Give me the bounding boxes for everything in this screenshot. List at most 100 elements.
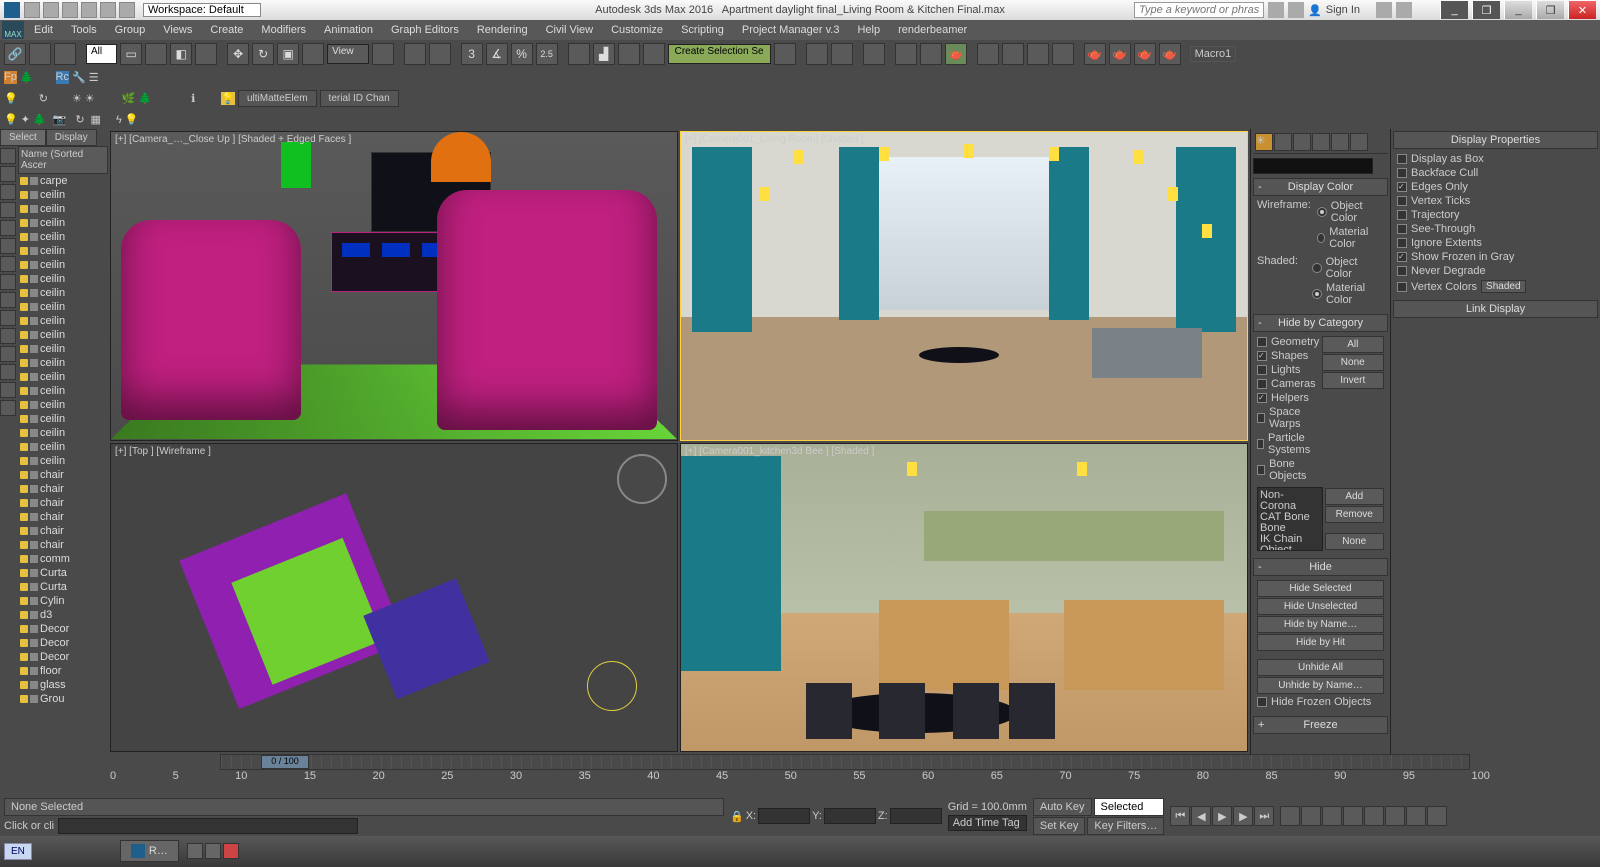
list-item[interactable]: ceilin	[18, 300, 108, 314]
time-tag[interactable]: Add Time Tag	[948, 815, 1027, 831]
color-swatch[interactable]	[1253, 158, 1373, 174]
btn-none[interactable]: None	[1322, 354, 1385, 371]
chk-particlesystems[interactable]: Particle Systems	[1257, 431, 1320, 457]
menu-animation[interactable]: Animation	[316, 22, 381, 38]
t4-03-icon[interactable]: 🌲	[33, 113, 47, 126]
list-item[interactable]: ceilin	[18, 188, 108, 202]
chk-ignoreextents[interactable]: Ignore Extents	[1397, 236, 1594, 250]
nav-a-icon[interactable]	[1280, 806, 1300, 826]
t2-e-icon[interactable]: ☰	[89, 71, 99, 84]
t4-01-icon[interactable]: 💡	[4, 113, 18, 126]
list-item[interactable]: chair	[18, 538, 108, 552]
refcoord-dropdown[interactable]: View	[327, 44, 369, 64]
menu-group[interactable]: Group	[107, 22, 154, 38]
qat-new-icon[interactable]	[24, 2, 40, 18]
et-14-icon[interactable]	[0, 382, 16, 398]
et-07-icon[interactable]	[0, 256, 16, 272]
window-crossing-icon[interactable]	[195, 43, 217, 65]
btn-unhidebyname[interactable]: Unhide by Name…	[1257, 677, 1384, 694]
tool-a-icon[interactable]	[977, 43, 999, 65]
tool-d-icon[interactable]	[1052, 43, 1074, 65]
tab-ultimatte[interactable]: ultiMatteElem	[238, 90, 317, 107]
infocenter-icon[interactable]	[1268, 2, 1284, 18]
move-icon[interactable]: ✥	[227, 43, 249, 65]
menu-create[interactable]: Create	[202, 22, 251, 38]
btn-hidebyhit[interactable]: Hide by Hit	[1257, 634, 1384, 651]
curve-editor-icon[interactable]	[806, 43, 828, 65]
tool-b-icon[interactable]	[1002, 43, 1024, 65]
list-item[interactable]: Decor	[18, 636, 108, 650]
create-selection-set[interactable]: Create Selection Se	[668, 44, 771, 64]
list-item[interactable]: ceilin	[18, 454, 108, 468]
t3-01-icon[interactable]: 💡	[4, 92, 18, 105]
btn-invert[interactable]: Invert	[1322, 372, 1385, 389]
tray-a-icon[interactable]	[187, 843, 203, 859]
tab-select[interactable]: Select	[0, 129, 46, 146]
t3-14-icon[interactable]: ☀	[85, 92, 95, 105]
list-item[interactable]: ceilin	[18, 370, 108, 384]
chk-see-through[interactable]: See-Through	[1397, 222, 1594, 236]
chk-geometry[interactable]: Geometry	[1257, 335, 1320, 349]
viewport-kitchen[interactable]: [+] [Camera001_kitchen3d Bee ] [Shaded ]	[680, 443, 1248, 753]
list-item[interactable]: carpe	[18, 174, 108, 188]
unlink-icon[interactable]	[29, 43, 51, 65]
manip-icon[interactable]	[404, 43, 426, 65]
z-input[interactable]	[890, 808, 942, 824]
qat-redo-icon[interactable]	[100, 2, 116, 18]
list-item[interactable]: Decor	[18, 622, 108, 636]
nav-b-icon[interactable]	[1301, 806, 1321, 826]
et-09-icon[interactable]	[0, 292, 16, 308]
fp-icon[interactable]: Fp	[4, 71, 17, 84]
search-input[interactable]	[1134, 2, 1264, 18]
play-icon[interactable]: ▶	[1212, 806, 1232, 826]
t2-a-icon[interactable]: 🌲	[20, 71, 34, 84]
chk-trajectory[interactable]: Trajectory	[1397, 208, 1594, 222]
menu-grapheditors[interactable]: Graph Editors	[383, 22, 467, 38]
list-item[interactable]: comm	[18, 552, 108, 566]
et-03-icon[interactable]	[0, 184, 16, 200]
list-item[interactable]: ceilin	[18, 440, 108, 454]
qat-save-icon[interactable]	[62, 2, 78, 18]
viewport-top[interactable]: [+] [Top ] [Wireframe ]	[110, 443, 678, 753]
list-item[interactable]: ceilin	[18, 328, 108, 342]
select-icon[interactable]: ▭	[120, 43, 142, 65]
t4-08-icon[interactable]: ↻	[75, 113, 84, 126]
modify-tab-icon[interactable]	[1274, 133, 1292, 151]
chk-cameras[interactable]: Cameras	[1257, 377, 1320, 391]
list-item[interactable]: floor	[18, 664, 108, 678]
list-item[interactable]: ceilin	[18, 398, 108, 412]
chk-backfacecull[interactable]: Backface Cull	[1397, 166, 1594, 180]
minimize-button[interactable]: _	[1504, 1, 1532, 19]
goto-end-icon[interactable]: ⏭	[1254, 806, 1274, 826]
help-icon[interactable]	[1396, 2, 1412, 18]
list-item[interactable]: ceilin	[18, 258, 108, 272]
chk-vertexticks[interactable]: Vertex Ticks	[1397, 194, 1594, 208]
chk-shapes[interactable]: Shapes	[1257, 349, 1320, 363]
btn-hideunselected[interactable]: Hide Unselected	[1257, 598, 1384, 615]
render-frame-icon[interactable]	[920, 43, 942, 65]
chk-helpers[interactable]: Helpers	[1257, 391, 1320, 405]
menu-tools[interactable]: Tools	[63, 22, 105, 38]
viewport-livingroom[interactable]: [+] [Camera001_Living Room] [Shaded ]	[680, 131, 1248, 441]
tab-display[interactable]: Display	[46, 129, 97, 146]
material-editor-icon[interactable]	[863, 43, 885, 65]
list-item[interactable]: chair	[18, 524, 108, 538]
nav-g-icon[interactable]	[1406, 806, 1426, 826]
list-item[interactable]: ceilin	[18, 314, 108, 328]
utilities-tab-icon[interactable]	[1350, 133, 1368, 151]
qat-project-icon[interactable]	[119, 2, 135, 18]
scale-icon[interactable]: ▣	[277, 43, 299, 65]
list-item[interactable]: chair	[18, 510, 108, 524]
keymode-icon[interactable]	[429, 43, 451, 65]
btn-all[interactable]: All	[1322, 336, 1385, 353]
pctsnap-icon[interactable]: %	[511, 43, 533, 65]
keyfilters-button[interactable]: Key Filters…	[1087, 817, 1164, 835]
et-15-icon[interactable]	[0, 400, 16, 416]
list-item[interactable]: Decor	[18, 650, 108, 664]
keymode-dropdown[interactable]: Selected	[1094, 798, 1164, 816]
list-item[interactable]: ceilin	[18, 342, 108, 356]
close-button[interactable]: ✕	[1568, 1, 1596, 19]
signin-link[interactable]: Sign In	[1326, 4, 1360, 16]
t3-20-icon[interactable]: 🌿	[122, 92, 136, 105]
list-item[interactable]: chair	[18, 482, 108, 496]
